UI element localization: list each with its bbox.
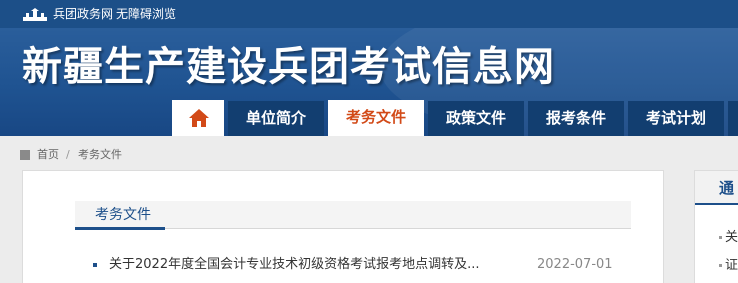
breadcrumb-current: 考务文件 bbox=[78, 148, 122, 161]
side-panel-header: 通 bbox=[695, 171, 738, 205]
top-bar: 兵团政务网 无障碍浏览 bbox=[0, 0, 738, 28]
gov-portal-link[interactable]: 兵团政务网 bbox=[53, 6, 113, 22]
nav-item-exam-plan[interactable]: 考试计划 bbox=[628, 101, 724, 136]
document-title-link[interactable]: 关于2022年度全国会计专业技术初级资格考试报考地点调转及... bbox=[109, 255, 479, 275]
side-list-item[interactable]: 证 bbox=[719, 257, 738, 275]
nav-item-exam-documents[interactable]: 考务文件 bbox=[328, 100, 424, 136]
nav-item-unit-intro[interactable]: 单位简介 bbox=[228, 101, 324, 136]
section-title-underline bbox=[75, 227, 165, 230]
site-title: 新疆生产建设兵团考试信息网 bbox=[22, 44, 555, 90]
government-building-icon bbox=[23, 8, 47, 21]
list-bullet bbox=[719, 236, 722, 239]
section-header: 考务文件 bbox=[75, 201, 631, 230]
list-bullet bbox=[93, 263, 97, 267]
nav-item-eligibility[interactable]: 报考条件 bbox=[528, 101, 624, 136]
side-list-item[interactable]: 关 bbox=[719, 229, 738, 247]
nav-home-button[interactable] bbox=[172, 100, 224, 136]
document-date: 2022-07-01 bbox=[537, 257, 613, 272]
section-title: 考务文件 bbox=[95, 207, 151, 223]
document-list-item[interactable]: 关于2022年度全国会计专业技术初级资格考试报考地点调转及... 2022-07… bbox=[89, 255, 619, 275]
main-nav: 单位简介 考务文件 政策文件 报考条件 考试计划 bbox=[0, 100, 738, 136]
nav-item-policy-documents[interactable]: 政策文件 bbox=[428, 101, 524, 136]
home-icon bbox=[189, 109, 209, 127]
side-item-label[interactable]: 证 bbox=[725, 258, 738, 273]
main-content-panel: 考务文件 关于2022年度全国会计专业技术初级资格考试报考地点调转及... 20… bbox=[22, 170, 664, 283]
nav-item-more[interactable] bbox=[728, 101, 738, 136]
breadcrumb-home-icon bbox=[20, 150, 30, 160]
breadcrumb-home-link[interactable]: 首页 bbox=[37, 147, 59, 163]
side-item-label[interactable]: 关 bbox=[725, 230, 738, 245]
list-bullet bbox=[719, 264, 722, 267]
breadcrumb-separator: / bbox=[66, 148, 70, 161]
notice-side-panel: 通 关 证 bbox=[694, 170, 738, 283]
accessibility-link[interactable]: 无障碍浏览 bbox=[116, 6, 176, 22]
side-panel-title: 通 bbox=[719, 179, 735, 197]
